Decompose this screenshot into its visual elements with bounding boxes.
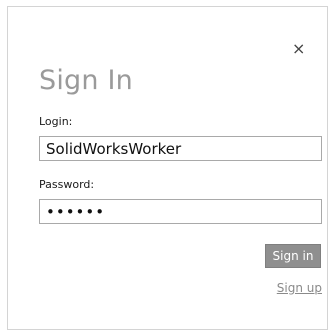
password-label: Password: xyxy=(39,178,95,191)
password-input[interactable] xyxy=(39,199,322,224)
login-input[interactable] xyxy=(39,136,322,161)
sign-in-button[interactable]: Sign in xyxy=(265,244,321,268)
sign-in-dialog: × Sign In Login: Password: Sign in Sign … xyxy=(7,6,328,330)
dialog-title: Sign In xyxy=(39,65,133,96)
close-icon[interactable]: × xyxy=(292,41,305,57)
login-label: Login: xyxy=(39,115,73,128)
sign-up-link[interactable]: Sign up xyxy=(272,281,322,295)
